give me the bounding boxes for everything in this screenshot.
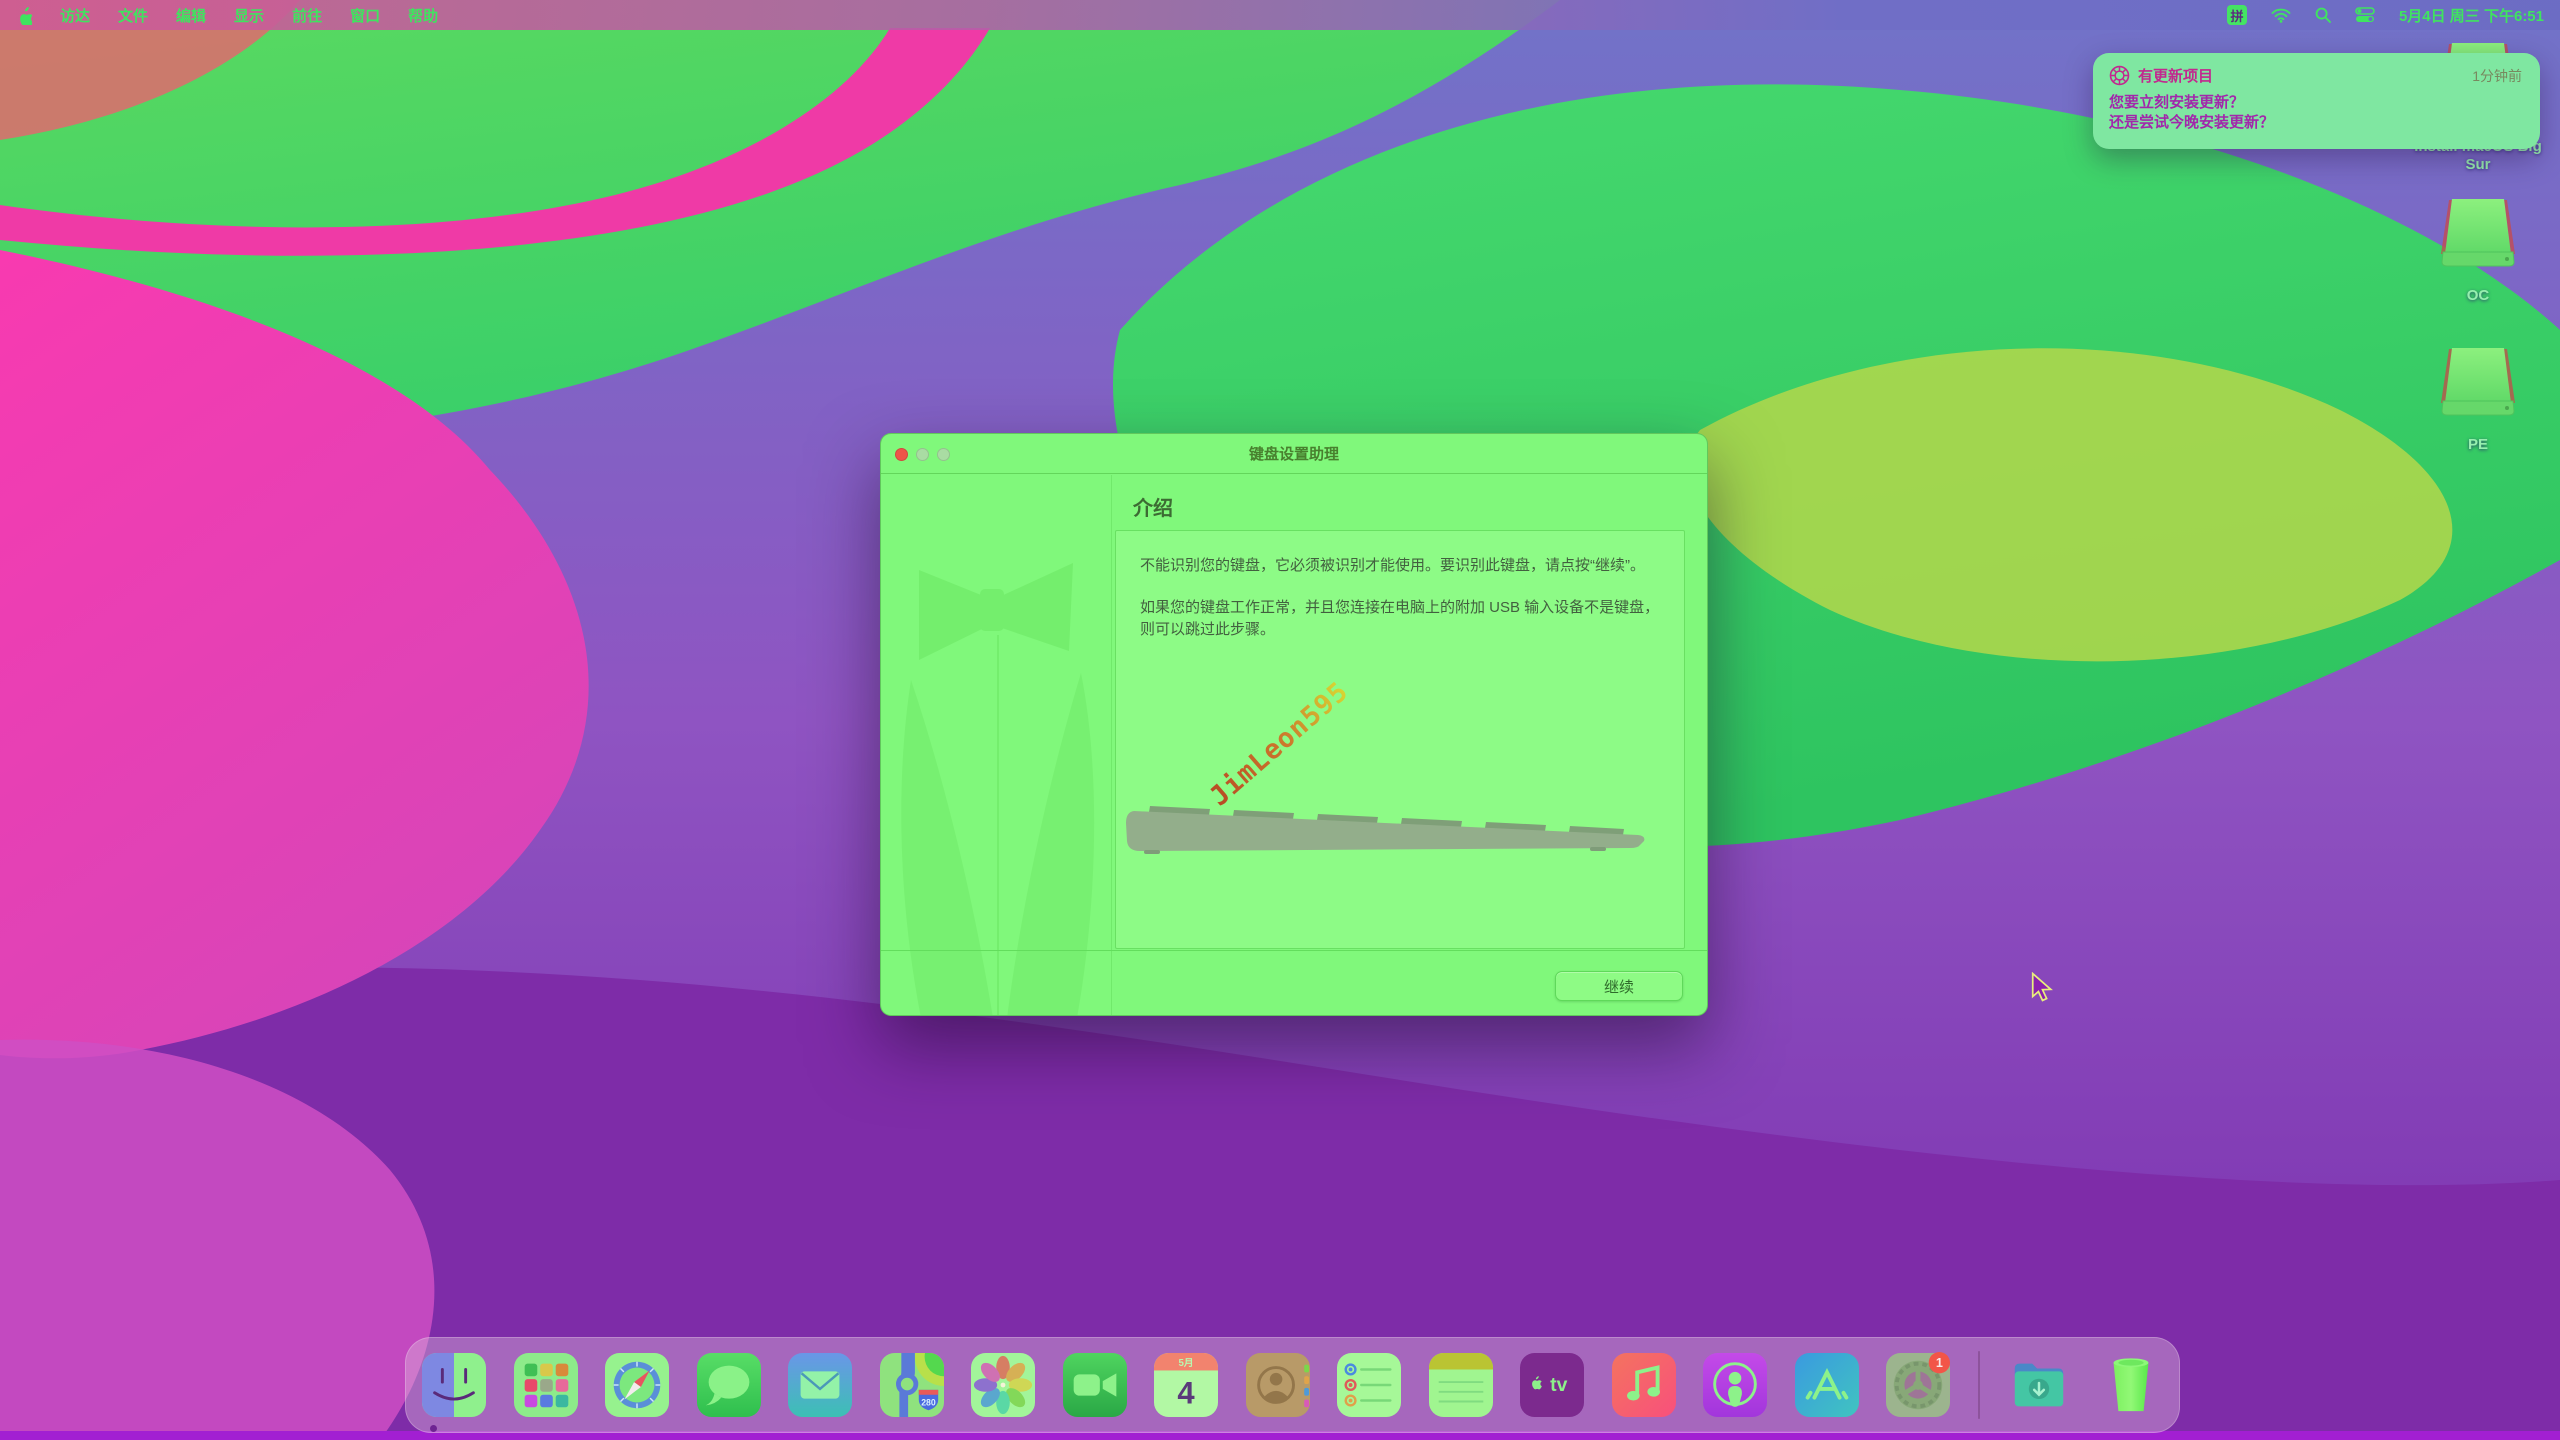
messages-icon (697, 1353, 761, 1417)
menu-bar-clock[interactable]: 5月4日 周三 下午6:51 (2399, 5, 2544, 26)
facetime-icon (1063, 1353, 1127, 1417)
control-center-icon[interactable] (2355, 7, 2375, 23)
svg-text:tv: tv (1550, 1374, 1567, 1396)
podcasts-icon (1703, 1353, 1767, 1417)
dock-item-safari[interactable] (605, 1353, 669, 1417)
tuxedo-artwork (881, 475, 1112, 1015)
dock-item-tv[interactable]: tv (1520, 1353, 1584, 1417)
desktop-drive-pe[interactable]: PE (2437, 345, 2519, 454)
reminders-icon (1337, 1353, 1401, 1417)
finder-icon (422, 1353, 486, 1417)
dock-item-contacts[interactable] (1246, 1353, 1310, 1417)
photos-icon (971, 1353, 1035, 1417)
traffic-lights (895, 434, 950, 474)
intro-paragraph-2: 如果您的键盘工作正常，并且您连接在电脑上的附加 USB 输入设备不是键盘，则可以… (1116, 577, 1684, 641)
finder-running-indicator (430, 1425, 437, 1432)
downloads-folder-icon (2007, 1353, 2071, 1417)
dock-item-notes[interactable] (1429, 1353, 1493, 1417)
drive-label-line2: Sur (2368, 156, 2560, 174)
launchpad-icon (514, 1353, 578, 1417)
continue-button[interactable]: 继续 (1555, 971, 1683, 1001)
calendar-icon: 5月 4 (1154, 1353, 1218, 1417)
notification-time: 1分钟前 (2472, 66, 2522, 86)
menu-bar: 访达 文件 编辑 显示 前往 窗口 帮助 拼 5月4日 周三 下午6:51 (0, 0, 2560, 30)
input-method-icon[interactable]: 拼 (2227, 5, 2247, 25)
window-title: 键盘设置助理 (1249, 443, 1339, 464)
desktop: 访达 文件 编辑 显示 前往 窗口 帮助 拼 5月4日 周三 下午6:51 (0, 0, 2560, 1440)
window-separator (881, 950, 1707, 951)
update-notification[interactable]: 有更新项目 1分钟前 您要立刻安装更新？ 还是尝试今晚安装更新？ (2093, 53, 2540, 149)
maps-icon: 280 (880, 1353, 944, 1417)
menu-item-help[interactable]: 帮助 (408, 5, 438, 26)
notification-line1: 您要立刻安装更新？ (2109, 93, 2522, 113)
dock-item-facetime[interactable] (1063, 1353, 1127, 1417)
intro-panel: 不能识别您的键盘，它必须被识别才能使用。要识别此键盘，请点按“继续”。 如果您的… (1115, 530, 1685, 949)
dock-item-app-store[interactable] (1795, 1353, 1859, 1417)
svg-text:280: 280 (921, 1397, 936, 1407)
notification-line2: 还是尝试今晚安装更新？ (2109, 113, 2522, 133)
dock-item-photos[interactable] (971, 1353, 1035, 1417)
mouse-cursor (2030, 972, 2056, 1002)
music-icon (1612, 1353, 1676, 1417)
dock-item-trash[interactable] (2099, 1353, 2163, 1417)
safari-icon (605, 1353, 669, 1417)
menu-item-view[interactable]: 显示 (234, 5, 264, 26)
trash-icon (2099, 1353, 2163, 1417)
watermark-text: JimLeon595 (1204, 676, 1355, 813)
system-preferences-icon: 1 (1886, 1353, 1950, 1417)
menu-item-file[interactable]: 文件 (118, 5, 148, 26)
dock-item-launchpad[interactable] (514, 1353, 578, 1417)
menu-bar-status-area: 拼 5月4日 周三 下午6:51 (2227, 5, 2544, 26)
dock-item-maps[interactable]: 280 (880, 1353, 944, 1417)
dock-separator (1978, 1351, 1980, 1419)
desktop-drive-oc[interactable]: OC (2437, 196, 2519, 305)
drive-label: OC (2437, 287, 2519, 305)
apple-menu-icon[interactable] (16, 6, 32, 25)
intro-heading: 介绍 (1133, 492, 1173, 521)
menu-item-finder[interactable]: 访达 (60, 5, 90, 26)
drive-label: PE (2437, 436, 2519, 454)
dock-item-mail[interactable] (788, 1353, 852, 1417)
notification-body: 您要立刻安装更新？ 还是尝试今晚安装更新？ (2109, 93, 2522, 134)
dock-item-system-preferences[interactable]: 1 (1886, 1353, 1950, 1417)
minimize-button[interactable] (916, 448, 929, 461)
close-button[interactable] (895, 448, 908, 461)
dock-item-podcasts[interactable] (1703, 1353, 1767, 1417)
apple-tv-icon: tv (1520, 1353, 1584, 1417)
zoom-button[interactable] (937, 448, 950, 461)
intro-paragraph-1: 不能识别您的键盘，它必须被识别才能使用。要识别此键盘，请点按“继续”。 (1116, 531, 1684, 577)
spotlight-search-icon[interactable] (2315, 7, 2331, 23)
menu-item-edit[interactable]: 编辑 (176, 5, 206, 26)
notes-icon (1429, 1353, 1493, 1417)
contacts-icon (1246, 1353, 1310, 1417)
app-store-icon (1795, 1353, 1859, 1417)
dock-item-downloads[interactable] (2007, 1353, 2071, 1417)
dock-item-calendar[interactable]: 5月 4 (1154, 1353, 1218, 1417)
keyboard-setup-assistant-window: 键盘设置助理 介绍 不能识别您的键盘，它必须被识别才能使用。要识别此键盘，请点按… (880, 433, 1708, 1016)
menu-item-window[interactable]: 窗口 (350, 5, 380, 26)
dock-item-finder[interactable] (422, 1353, 486, 1417)
mail-icon (788, 1353, 852, 1417)
svg-text:4: 4 (1178, 1375, 1196, 1410)
window-titlebar[interactable]: 键盘设置助理 (881, 434, 1707, 474)
notification-header: 有更新项目 1分钟前 (2109, 65, 2522, 86)
drive-icon (2437, 196, 2519, 270)
update-gear-icon (2109, 65, 2130, 86)
dock-item-reminders[interactable] (1337, 1353, 1401, 1417)
keyboard-side-image (1122, 793, 1667, 861)
menu-item-go[interactable]: 前往 (292, 5, 322, 26)
drive-icon (2437, 345, 2519, 419)
dock-item-messages[interactable] (697, 1353, 761, 1417)
notification-title: 有更新项目 (2138, 65, 2213, 86)
dock-item-music[interactable] (1612, 1353, 1676, 1417)
svg-text:5月: 5月 (1179, 1357, 1194, 1369)
wifi-icon[interactable] (2271, 8, 2291, 23)
svg-text:1: 1 (1936, 1356, 1943, 1370)
dock: 280 (405, 1337, 2180, 1433)
